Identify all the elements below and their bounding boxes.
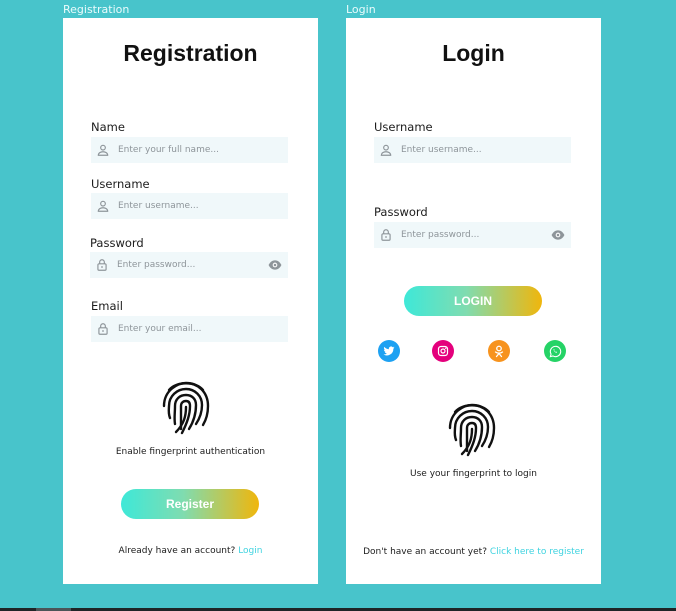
login-title: Login [442, 40, 505, 66]
login-frame-label: Login [346, 3, 376, 16]
password-label: Password [90, 236, 144, 250]
fingerprint-caption: Use your fingerprint to login [410, 469, 537, 479]
user-icon [97, 144, 109, 156]
email-input[interactable] [118, 316, 258, 342]
registration-footer: Already have an account? Login [63, 546, 318, 556]
footer-text: Already have an account? [118, 546, 236, 556]
name-label: Name [91, 120, 125, 134]
registration-title: Registration [123, 40, 258, 66]
twitter-icon[interactable] [378, 340, 400, 362]
fingerprint-icon[interactable] [446, 400, 498, 458]
email-field[interactable] [91, 316, 288, 342]
login-screen: Login Username Password LOGIN [346, 18, 601, 584]
username-field[interactable] [91, 193, 288, 219]
email-label: Email [91, 299, 123, 313]
password-field[interactable] [90, 252, 288, 278]
password-label: Password [374, 205, 428, 219]
username-input[interactable] [118, 193, 258, 219]
footer-text: Don't have an account yet? [363, 547, 487, 557]
login-footer: Don't have an account yet? Click here to… [346, 547, 601, 557]
name-input[interactable] [118, 137, 258, 163]
register-button[interactable]: Register [121, 489, 259, 519]
username-label: Username [91, 177, 150, 191]
registration-screen: Registration Name Username Password [63, 18, 318, 584]
lock-icon [97, 259, 107, 271]
user-icon [380, 144, 392, 156]
whatsapp-icon[interactable] [544, 340, 566, 362]
fingerprint-caption: Enable fingerprint authentication [115, 447, 266, 457]
register-link[interactable]: Click here to register [490, 547, 584, 557]
registration-frame-label: Registration [63, 3, 130, 16]
login-link[interactable]: Login [238, 546, 262, 556]
username-label: Username [374, 120, 433, 134]
username-field[interactable] [374, 137, 571, 163]
name-field[interactable] [91, 137, 288, 163]
user-icon [97, 200, 109, 212]
fingerprint-icon[interactable] [160, 378, 212, 436]
login-button[interactable]: LOGIN [404, 286, 542, 316]
username-input[interactable] [401, 137, 541, 163]
password-input[interactable] [401, 222, 541, 248]
eye-icon[interactable] [268, 259, 282, 271]
odnoklassniki-icon[interactable] [488, 340, 510, 362]
eye-icon[interactable] [551, 229, 565, 241]
lock-icon [98, 323, 108, 335]
password-input[interactable] [117, 252, 257, 278]
password-field[interactable] [374, 222, 571, 248]
instagram-icon[interactable] [432, 340, 454, 362]
lock-icon [381, 229, 391, 241]
